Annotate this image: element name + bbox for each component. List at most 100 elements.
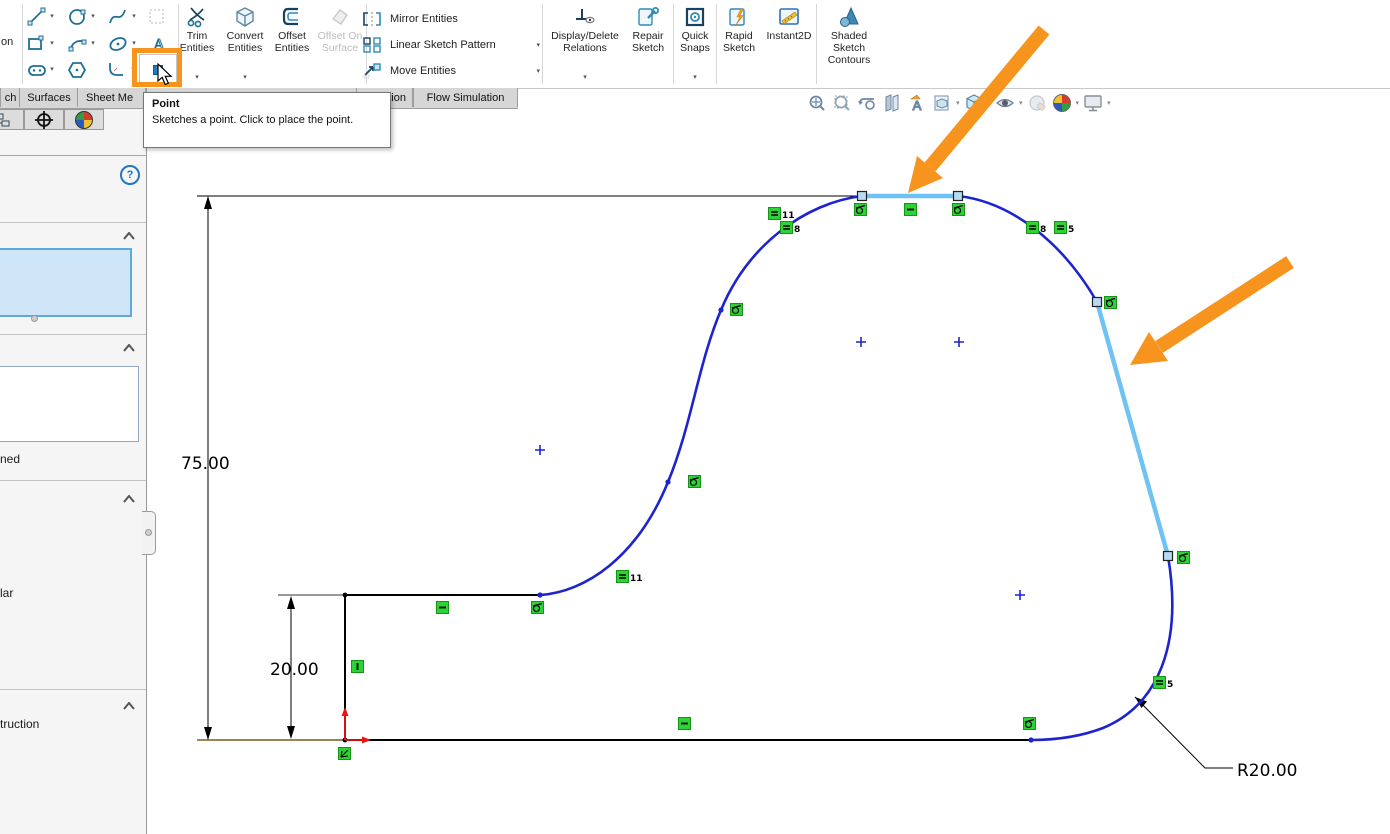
tab-sheet-metal-clipped[interactable]: Sheet Me bbox=[77, 88, 146, 107]
instant2d-button[interactable]: Instant2D bbox=[763, 4, 815, 84]
relation-badge-tangent[interactable] bbox=[688, 475, 701, 488]
endpoint-handle[interactable] bbox=[954, 192, 963, 201]
section-view-icon[interactable] bbox=[881, 92, 903, 114]
relation-badge-equal[interactable]: 8 bbox=[780, 221, 793, 234]
sketch-arc-bottom-right[interactable] bbox=[1031, 556, 1172, 740]
section-collapse-chevron[interactable] bbox=[122, 227, 136, 235]
relation-badge-tangent[interactable] bbox=[531, 601, 544, 614]
slot-tool-icon[interactable] bbox=[26, 59, 48, 81]
relation-badge-vertical[interactable] bbox=[351, 660, 364, 673]
dimension-20-text[interactable]: 20.00 bbox=[270, 660, 319, 680]
relations-listbox[interactable] bbox=[0, 366, 139, 442]
group-resize-dot[interactable] bbox=[31, 315, 38, 322]
repair-sketch-button[interactable]: Repair Sketch bbox=[624, 4, 672, 84]
rectangle-tool-dropdown[interactable]: ▾ bbox=[47, 39, 57, 47]
display-manager-tab[interactable] bbox=[64, 109, 104, 130]
move-entities-button[interactable]: Move Entities ▾ bbox=[362, 58, 542, 84]
dimension-r20[interactable]: R20.00 bbox=[1135, 697, 1297, 781]
ellipse-tool-dropdown[interactable]: ▾ bbox=[129, 39, 139, 47]
convert-entities-button[interactable]: Convert Entities ▾ bbox=[221, 4, 269, 84]
slot-tool-dropdown[interactable]: ▾ bbox=[47, 65, 57, 73]
spline-tool-icon[interactable] bbox=[107, 6, 129, 28]
dimension-20[interactable]: 20.00 bbox=[270, 596, 319, 739]
circle-tool-icon[interactable] bbox=[67, 6, 89, 28]
sketch-spline-top-right[interactable] bbox=[958, 196, 1097, 302]
rapid-sketch-button[interactable]: Rapid Sketch bbox=[716, 4, 762, 84]
arc-tool-icon[interactable] bbox=[67, 33, 89, 55]
relation-badge-equal[interactable]: 5 bbox=[1054, 221, 1067, 234]
tab-surfaces[interactable]: Surfaces bbox=[19, 88, 79, 107]
convert-entities-dropdown[interactable]: ▾ bbox=[243, 73, 247, 84]
dimension-75-text[interactable]: 75.00 bbox=[181, 454, 230, 474]
tab-sketch-clipped[interactable]: ch bbox=[0, 88, 21, 107]
relation-badge-fixed-origin[interactable] bbox=[338, 747, 351, 760]
edit-appearance-icon[interactable] bbox=[1051, 92, 1073, 114]
zoom-to-area-icon[interactable] bbox=[831, 92, 853, 114]
shaded-sketch-contours-button[interactable]: Shaded Sketch Contours bbox=[818, 4, 880, 84]
selected-right-line[interactable] bbox=[1097, 302, 1168, 556]
sketch-origin[interactable] bbox=[342, 707, 372, 744]
spline-tool-dropdown[interactable]: ▾ bbox=[129, 12, 139, 20]
arc-center-mark[interactable] bbox=[535, 445, 545, 455]
view-orientation-dropdown[interactable]: ▾ bbox=[988, 99, 992, 107]
panel-graphics-divider[interactable] bbox=[146, 88, 147, 834]
sketch-point[interactable] bbox=[1028, 737, 1033, 742]
arc-tool-dropdown[interactable]: ▾ bbox=[88, 39, 98, 47]
previous-view-icon[interactable] bbox=[856, 92, 878, 114]
relation-badge-tangent[interactable] bbox=[730, 303, 743, 316]
sketch-point[interactable] bbox=[537, 592, 542, 597]
zoom-to-fit-icon[interactable] bbox=[806, 92, 828, 114]
display-delete-relations-dropdown[interactable]: ▾ bbox=[583, 73, 587, 84]
sketch-point[interactable] bbox=[343, 593, 348, 598]
polygon-tool-icon[interactable] bbox=[66, 59, 88, 81]
relation-badge-tangent[interactable] bbox=[952, 203, 965, 216]
relation-badge-equal[interactable]: 11 bbox=[768, 207, 781, 220]
relation-badge-horizontal[interactable] bbox=[904, 203, 917, 216]
dimension-75[interactable]: 75.00 bbox=[181, 196, 230, 740]
relation-badge-tangent[interactable] bbox=[854, 203, 867, 216]
relation-badge-horizontal[interactable] bbox=[436, 601, 449, 614]
offset-entities-button[interactable]: Offset Entities bbox=[269, 4, 315, 84]
hide-show-annotations-icon[interactable]: A bbox=[906, 92, 928, 114]
section-collapse-chevron[interactable] bbox=[122, 490, 136, 498]
relation-badge-horizontal[interactable] bbox=[678, 717, 691, 730]
sketch-spline-left[interactable] bbox=[540, 196, 862, 595]
view-orientation-cube-icon[interactable] bbox=[963, 92, 985, 114]
trim-entities-dropdown[interactable]: ▾ bbox=[195, 73, 199, 84]
relation-badge-tangent[interactable] bbox=[1177, 551, 1190, 564]
sketch-point[interactable] bbox=[665, 479, 670, 484]
quick-snaps-dropdown[interactable]: ▾ bbox=[693, 73, 697, 84]
view-settings-dropdown[interactable]: ▾ bbox=[1107, 99, 1111, 107]
relation-badge-equal[interactable]: 11 bbox=[616, 570, 629, 583]
relation-badge-equal[interactable]: 8 bbox=[1026, 221, 1039, 234]
dimension-r20-text[interactable]: R20.00 bbox=[1237, 761, 1297, 781]
feature-manager-tab[interactable] bbox=[0, 109, 24, 130]
arc-center-mark[interactable] bbox=[856, 337, 866, 347]
hide-show-items-icon[interactable] bbox=[994, 92, 1016, 114]
sketch-point[interactable] bbox=[343, 738, 348, 743]
selection-listbox[interactable] bbox=[0, 248, 132, 317]
arc-center-mark[interactable] bbox=[954, 337, 964, 347]
display-style-icon[interactable] bbox=[1026, 92, 1048, 114]
view-selector-dropdown[interactable]: ▾ bbox=[956, 99, 960, 107]
relation-badge-tangent[interactable] bbox=[1023, 717, 1036, 730]
hide-show-items-dropdown[interactable]: ▾ bbox=[1019, 99, 1023, 107]
tab-flow-simulation[interactable]: Flow Simulation bbox=[413, 88, 518, 107]
view-settings-icon[interactable] bbox=[1082, 92, 1104, 114]
line-tool-icon[interactable] bbox=[26, 6, 48, 28]
section-collapse-chevron[interactable] bbox=[122, 339, 136, 347]
ellipse-tool-icon[interactable] bbox=[107, 33, 129, 55]
sketch-point[interactable] bbox=[718, 307, 723, 312]
endpoint-handle[interactable] bbox=[1093, 298, 1102, 307]
help-icon[interactable]: ? bbox=[120, 165, 140, 185]
relation-badge-tangent[interactable] bbox=[1104, 296, 1117, 309]
sketch-fillet-tool-icon[interactable] bbox=[106, 59, 128, 81]
line-tool-dropdown[interactable]: ▾ bbox=[47, 12, 57, 20]
edit-appearance-dropdown[interactable]: ▾ bbox=[1076, 99, 1080, 107]
relation-badge-equal[interactable]: 5 bbox=[1153, 676, 1166, 689]
arc-center-mark[interactable] bbox=[1015, 590, 1025, 600]
panel-flyout-handle[interactable] bbox=[142, 511, 156, 555]
quick-snaps-button[interactable]: Quick Snaps ▾ bbox=[674, 4, 716, 84]
endpoint-handle[interactable] bbox=[1164, 552, 1173, 561]
rectangle-tool-icon[interactable] bbox=[26, 33, 48, 55]
